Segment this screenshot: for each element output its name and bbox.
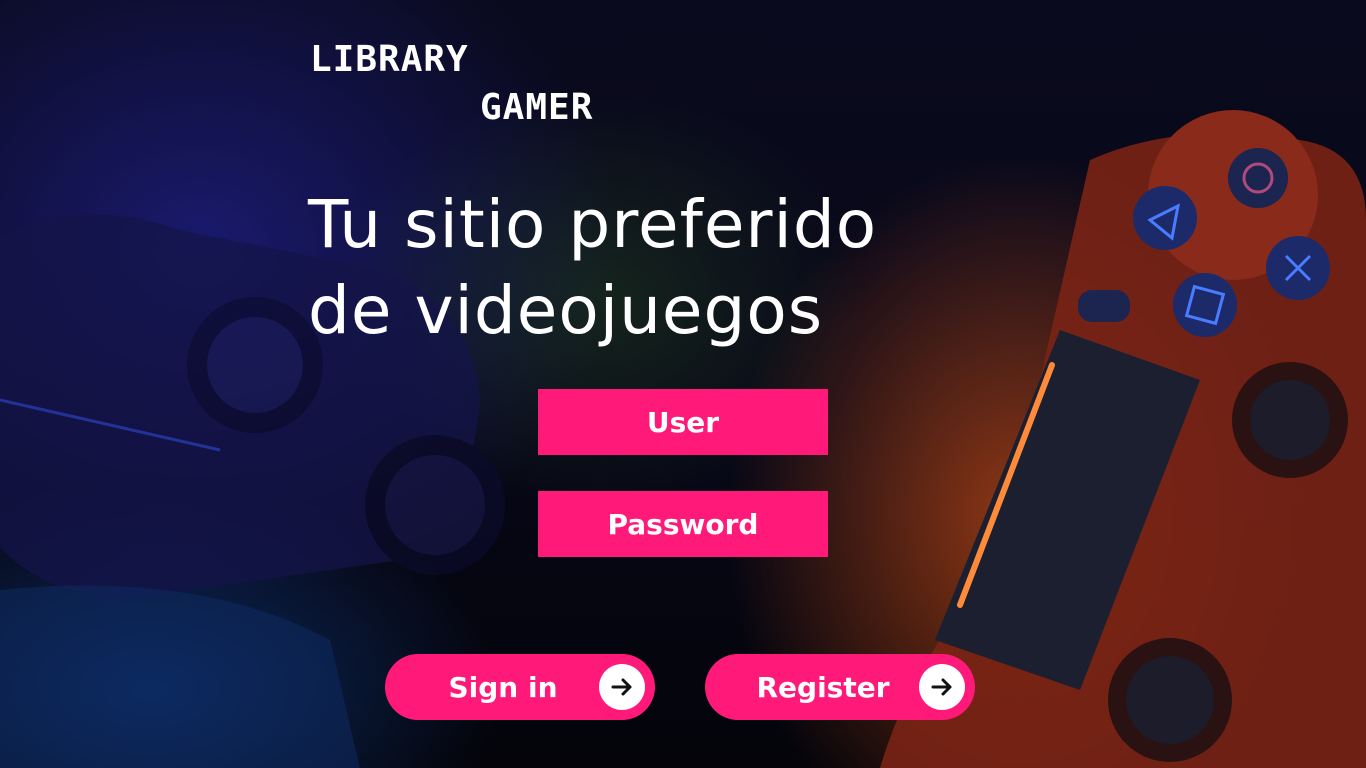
logo-line-2: GAMER [480, 87, 594, 128]
register-label: Register [756, 670, 890, 704]
brand-logo: LIBRARY GAMER [310, 40, 593, 128]
sign-in-button[interactable]: Sign in [385, 654, 655, 720]
user-input[interactable] [538, 389, 828, 455]
arrow-right-icon [919, 664, 965, 710]
logo-line-1: LIBRARY [310, 39, 469, 80]
gamepad-background-image [0, 110, 1366, 768]
headline-line-1: Tu sitio preferido [308, 186, 878, 263]
password-input[interactable] [538, 491, 828, 557]
headline-line-2: de videojuegos [308, 272, 824, 349]
arrow-right-icon [599, 664, 645, 710]
page-headline: Tu sitio preferido de videojuegos [308, 182, 1028, 354]
sign-in-label: Sign in [448, 670, 558, 704]
register-button[interactable]: Register [705, 654, 975, 720]
login-page: LIBRARY GAMER Tu sitio preferido de vide… [0, 0, 1366, 768]
